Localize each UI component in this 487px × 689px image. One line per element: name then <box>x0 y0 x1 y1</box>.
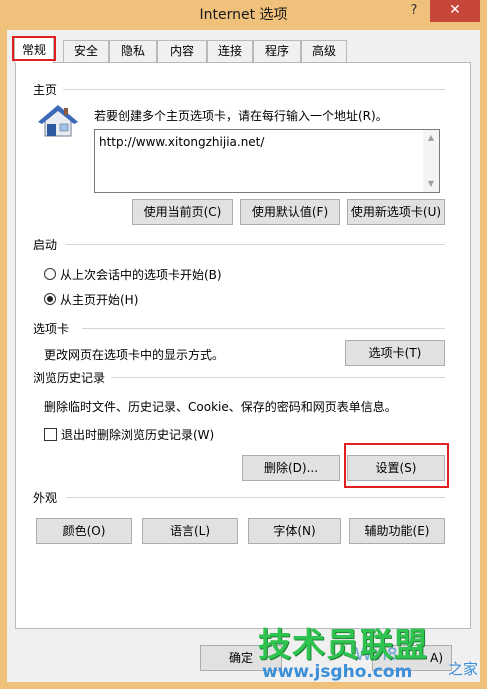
tabs-section-heading: 选项卡 <box>33 320 76 337</box>
tab-advanced[interactable]: 高级 <box>301 40 347 62</box>
scroll-down-icon[interactable]: ▼ <box>423 176 439 192</box>
homepage-divider <box>60 89 445 90</box>
help-button[interactable]: ? <box>401 0 427 22</box>
startup-divider <box>66 244 445 245</box>
languages-button[interactable]: 语言(L) <box>142 518 238 544</box>
tabs-section-divider <box>82 328 445 329</box>
settings-highlight-box <box>344 443 449 488</box>
history-divider <box>108 377 445 378</box>
scroll-up-icon[interactable]: ▲ <box>423 130 439 146</box>
delete-on-exit-checkbox[interactable] <box>44 428 57 441</box>
appearance-divider <box>66 497 445 498</box>
watermark-url: www.jsgho.com <box>262 662 413 682</box>
delete-on-exit-label[interactable]: 退出时删除浏览历史记录(W) <box>61 426 214 443</box>
title-bar[interactable]: Internet 选项 ? ✕ <box>0 0 487 30</box>
use-default-button[interactable]: 使用默认值(F) <box>240 199 340 225</box>
accessibility-button[interactable]: 辅助功能(E) <box>349 518 445 544</box>
tab-general[interactable]: 常规 <box>14 37 54 63</box>
tab-connections[interactable]: 连接 <box>207 40 253 62</box>
watermark-title: 技术员联盟 <box>258 625 428 664</box>
close-button[interactable]: ✕ <box>430 0 480 22</box>
tab-content[interactable]: 内容 <box>157 40 207 62</box>
homepage-url-textarea[interactable]: http://www.xitongzhijia.net/ ▲ ▼ <box>94 129 440 193</box>
house-icon <box>38 105 78 137</box>
startup-heading: 启动 <box>33 236 64 253</box>
homepage-heading: 主页 <box>33 81 64 98</box>
startup-home-radio[interactable] <box>44 293 56 305</box>
url-scrollbar[interactable]: ▲ ▼ <box>423 130 439 192</box>
startup-last-session-radio[interactable] <box>44 268 56 280</box>
fonts-button[interactable]: 字体(N) <box>248 518 341 544</box>
use-new-tab-button[interactable]: 使用新选项卡(U) <box>347 199 445 225</box>
history-heading: 浏览历史记录 <box>33 369 112 386</box>
watermark-side-text: 之家 <box>448 660 479 678</box>
delete-history-button[interactable]: 删除(D)... <box>242 455 340 481</box>
tab-programs[interactable]: 程序 <box>253 40 301 62</box>
use-current-button[interactable]: 使用当前页(C) <box>132 199 233 225</box>
homepage-url-value: http://www.xitongzhijia.net/ <box>99 135 265 149</box>
startup-last-session-label[interactable]: 从上次会话中的选项卡开始(B) <box>60 266 222 283</box>
startup-home-label[interactable]: 从主页开始(H) <box>60 291 138 308</box>
tabs-settings-button[interactable]: 选项卡(T) <box>345 340 445 366</box>
tabs-section-description: 更改网页在选项卡中的显示方式。 <box>44 348 225 362</box>
homepage-instruction: 若要创建多个主页选项卡，请在每行输入一个地址(R)。 <box>94 109 388 123</box>
appearance-heading: 外观 <box>33 489 64 506</box>
colors-button[interactable]: 颜色(O) <box>36 518 132 544</box>
history-description: 删除临时文件、历史记录、Cookie、保存的密码和网页表单信息。 <box>44 400 397 414</box>
tab-privacy[interactable]: 隐私 <box>109 40 157 62</box>
tab-security[interactable]: 安全 <box>63 40 109 62</box>
